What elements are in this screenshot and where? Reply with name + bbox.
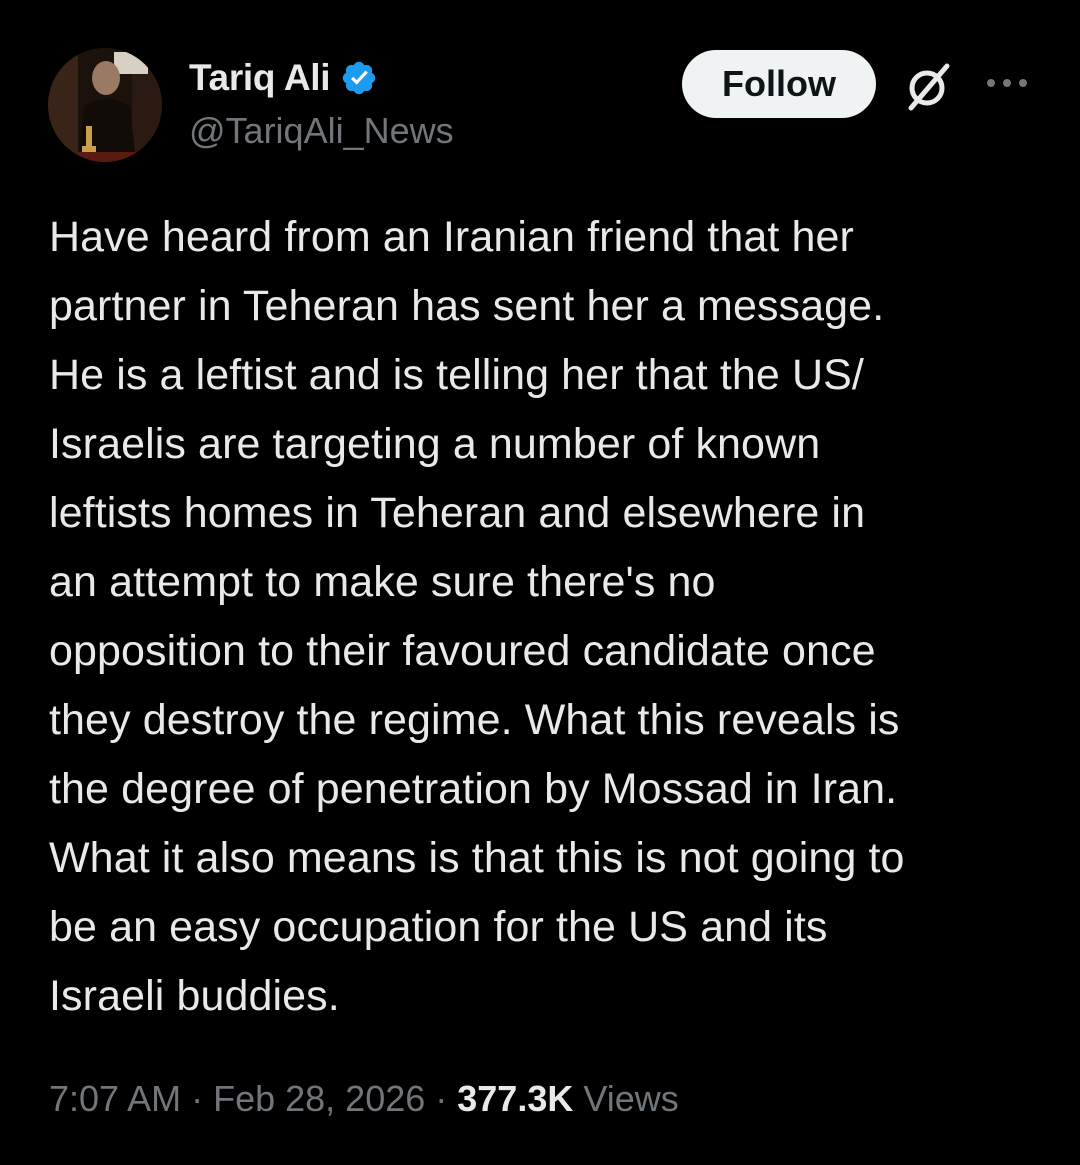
meta-separator: · [435,1078,448,1119]
tweet-text: Have heard from an Iranian friend that h… [49,213,905,1020]
author-block: Tariq Ali @TariqAli_News [189,54,454,152]
views-count[interactable]: 377.3K [457,1078,573,1120]
tweet-time[interactable]: 7:07 AM [49,1078,181,1120]
follow-button[interactable]: Follow [682,50,876,118]
views-label: Views [583,1078,679,1119]
meta-separator: · [191,1078,204,1119]
verified-badge-icon[interactable] [340,59,378,97]
tweet-meta: 7:07 AM · Feb 28, 2026 · 377.3K Views [49,1078,679,1120]
tweet-date[interactable]: Feb 28, 2026 [213,1078,425,1120]
avatar[interactable] [48,48,162,162]
more-icon[interactable] [984,70,1030,96]
grok-icon[interactable] [901,58,957,114]
tweet-header: Tariq Ali @TariqAli_News Follow [48,48,1048,168]
author-handle[interactable]: @TariqAli_News [189,110,454,152]
name-row: Tariq Ali [189,54,454,102]
display-name[interactable]: Tariq Ali [189,57,331,99]
